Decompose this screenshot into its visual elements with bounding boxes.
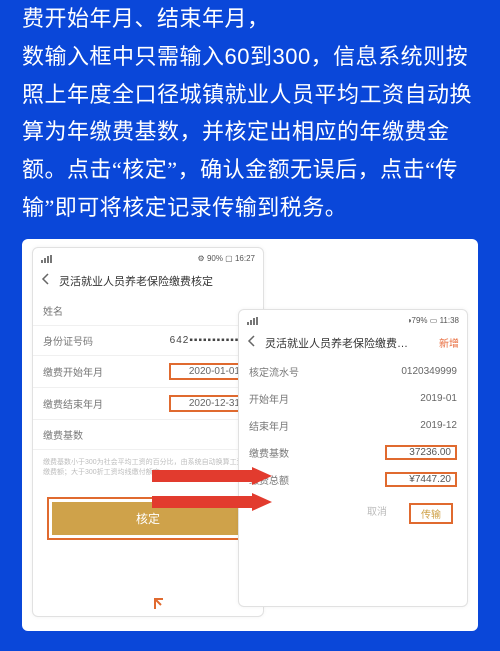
phone-right: ◑79% ▭ 11:38 灵活就业人员养老保险缴费… 新增 核定流水号 0120… xyxy=(238,309,468,607)
name-label: 姓名 xyxy=(43,303,63,318)
intro-line4: 算为年缴费基数，并核定出相应的年缴费金 xyxy=(22,119,450,144)
page-title-right: 灵活就业人员养老保险缴费… xyxy=(261,335,439,351)
row-rstart: 开始年月 2019-01 xyxy=(239,385,467,412)
status-bar-left: ⚙ 90% ▢ 16:27 xyxy=(33,248,263,266)
end-label: 缴费结束年月 xyxy=(43,396,103,411)
base-label: 缴费基数 xyxy=(43,427,83,442)
intro-line2: 数输入框中只需输入60到300，信息系统则按 xyxy=(22,44,468,69)
rtotal-value: ¥7447.20 xyxy=(385,472,457,487)
page-title-left: 灵活就业人员养老保险缴费核定 xyxy=(55,273,255,289)
phone-left: ⚙ 90% ▢ 16:27 灵活就业人员养老保险缴费核定 姓名 身份证号码 64… xyxy=(32,247,264,617)
row-rtotal: 缴费总额 ¥7447.20 xyxy=(239,466,467,493)
intro-line5b: 核定 xyxy=(122,157,167,182)
arrow-icon xyxy=(152,467,272,485)
rbase-label: 缴费基数 xyxy=(249,445,289,460)
titlebar-right: 灵活就业人员养老保险缴费… 新增 xyxy=(239,328,467,358)
id-label: 身份证号码 xyxy=(43,333,93,348)
row-rbase: 缴费基数 37236.00 xyxy=(239,439,467,466)
back-icon[interactable] xyxy=(41,272,55,290)
status-bar-right: ◑79% ▭ 11:38 xyxy=(239,310,467,328)
rend-value: 2019-12 xyxy=(420,420,457,431)
row-serial: 核定流水号 0120349999 xyxy=(239,358,467,385)
row-name: 姓名 xyxy=(33,296,263,326)
intro-line5c: ，确认金额无误后，点击 xyxy=(178,157,426,182)
status-right: ⚙ 90% ▢ 16:27 xyxy=(198,254,255,263)
intro-line3: 照上年度全口径城镇就业人员平均工资自动换 xyxy=(22,82,472,107)
status-right: ◑79% ▭ 11:38 xyxy=(407,316,459,325)
row-id: 身份证号码 642▪▪▪▪▪▪▪▪▪▪▪▪▪▪ xyxy=(33,326,263,356)
button-row: 取消 传输 xyxy=(239,493,467,524)
row-base: 缴费基数 60 xyxy=(33,420,263,450)
screenshot-board: ⚙ 90% ▢ 16:27 灵活就业人员养老保险缴费核定 姓名 身份证号码 64… xyxy=(22,239,478,631)
back-icon[interactable] xyxy=(247,334,261,352)
intro-line6b: 即可将核定记录传输到税务。 xyxy=(55,195,348,220)
intro-line1a: 费开始年月、结束年月， xyxy=(22,6,270,31)
serial-value: 0120349999 xyxy=(401,366,457,377)
add-action[interactable]: 新增 xyxy=(439,335,459,350)
end-date-value: 2020-12-31 xyxy=(189,398,240,409)
titlebar-left: 灵活就业人员养老保险缴费核定 xyxy=(33,266,263,296)
start-date-value: 2020-01-01 xyxy=(189,366,240,377)
intro-line5a: 额。点击 xyxy=(22,157,112,182)
serial-label: 核定流水号 xyxy=(249,364,299,379)
transmit-button[interactable]: 传输 xyxy=(409,503,453,524)
instruction-text: 费开始年月、结束年月， 数输入框中只需输入60到300，信息系统则按 照上年度全… xyxy=(0,0,500,239)
row-end: 缴费结束年月 2020-12-31 › xyxy=(33,388,263,420)
rbase-value: 37236.00 xyxy=(385,445,457,460)
arrow-icon xyxy=(152,493,272,511)
intro-line5d: 传 xyxy=(435,157,458,182)
rend-label: 结束年月 xyxy=(249,418,289,433)
rstart-value: 2019-01 xyxy=(420,393,457,404)
row-rend: 结束年月 2019-12 xyxy=(239,412,467,439)
cancel-button[interactable]: 取消 xyxy=(367,503,387,524)
row-start: 缴费开始年月 2020-01-01 › xyxy=(33,356,263,388)
status-carrier xyxy=(41,255,81,263)
intro-line6a: 输 xyxy=(22,195,45,220)
pointer-arrow-icon xyxy=(151,595,167,611)
start-label: 缴费开始年月 xyxy=(43,364,103,379)
rstart-label: 开始年月 xyxy=(249,391,289,406)
status-carrier xyxy=(247,317,287,325)
